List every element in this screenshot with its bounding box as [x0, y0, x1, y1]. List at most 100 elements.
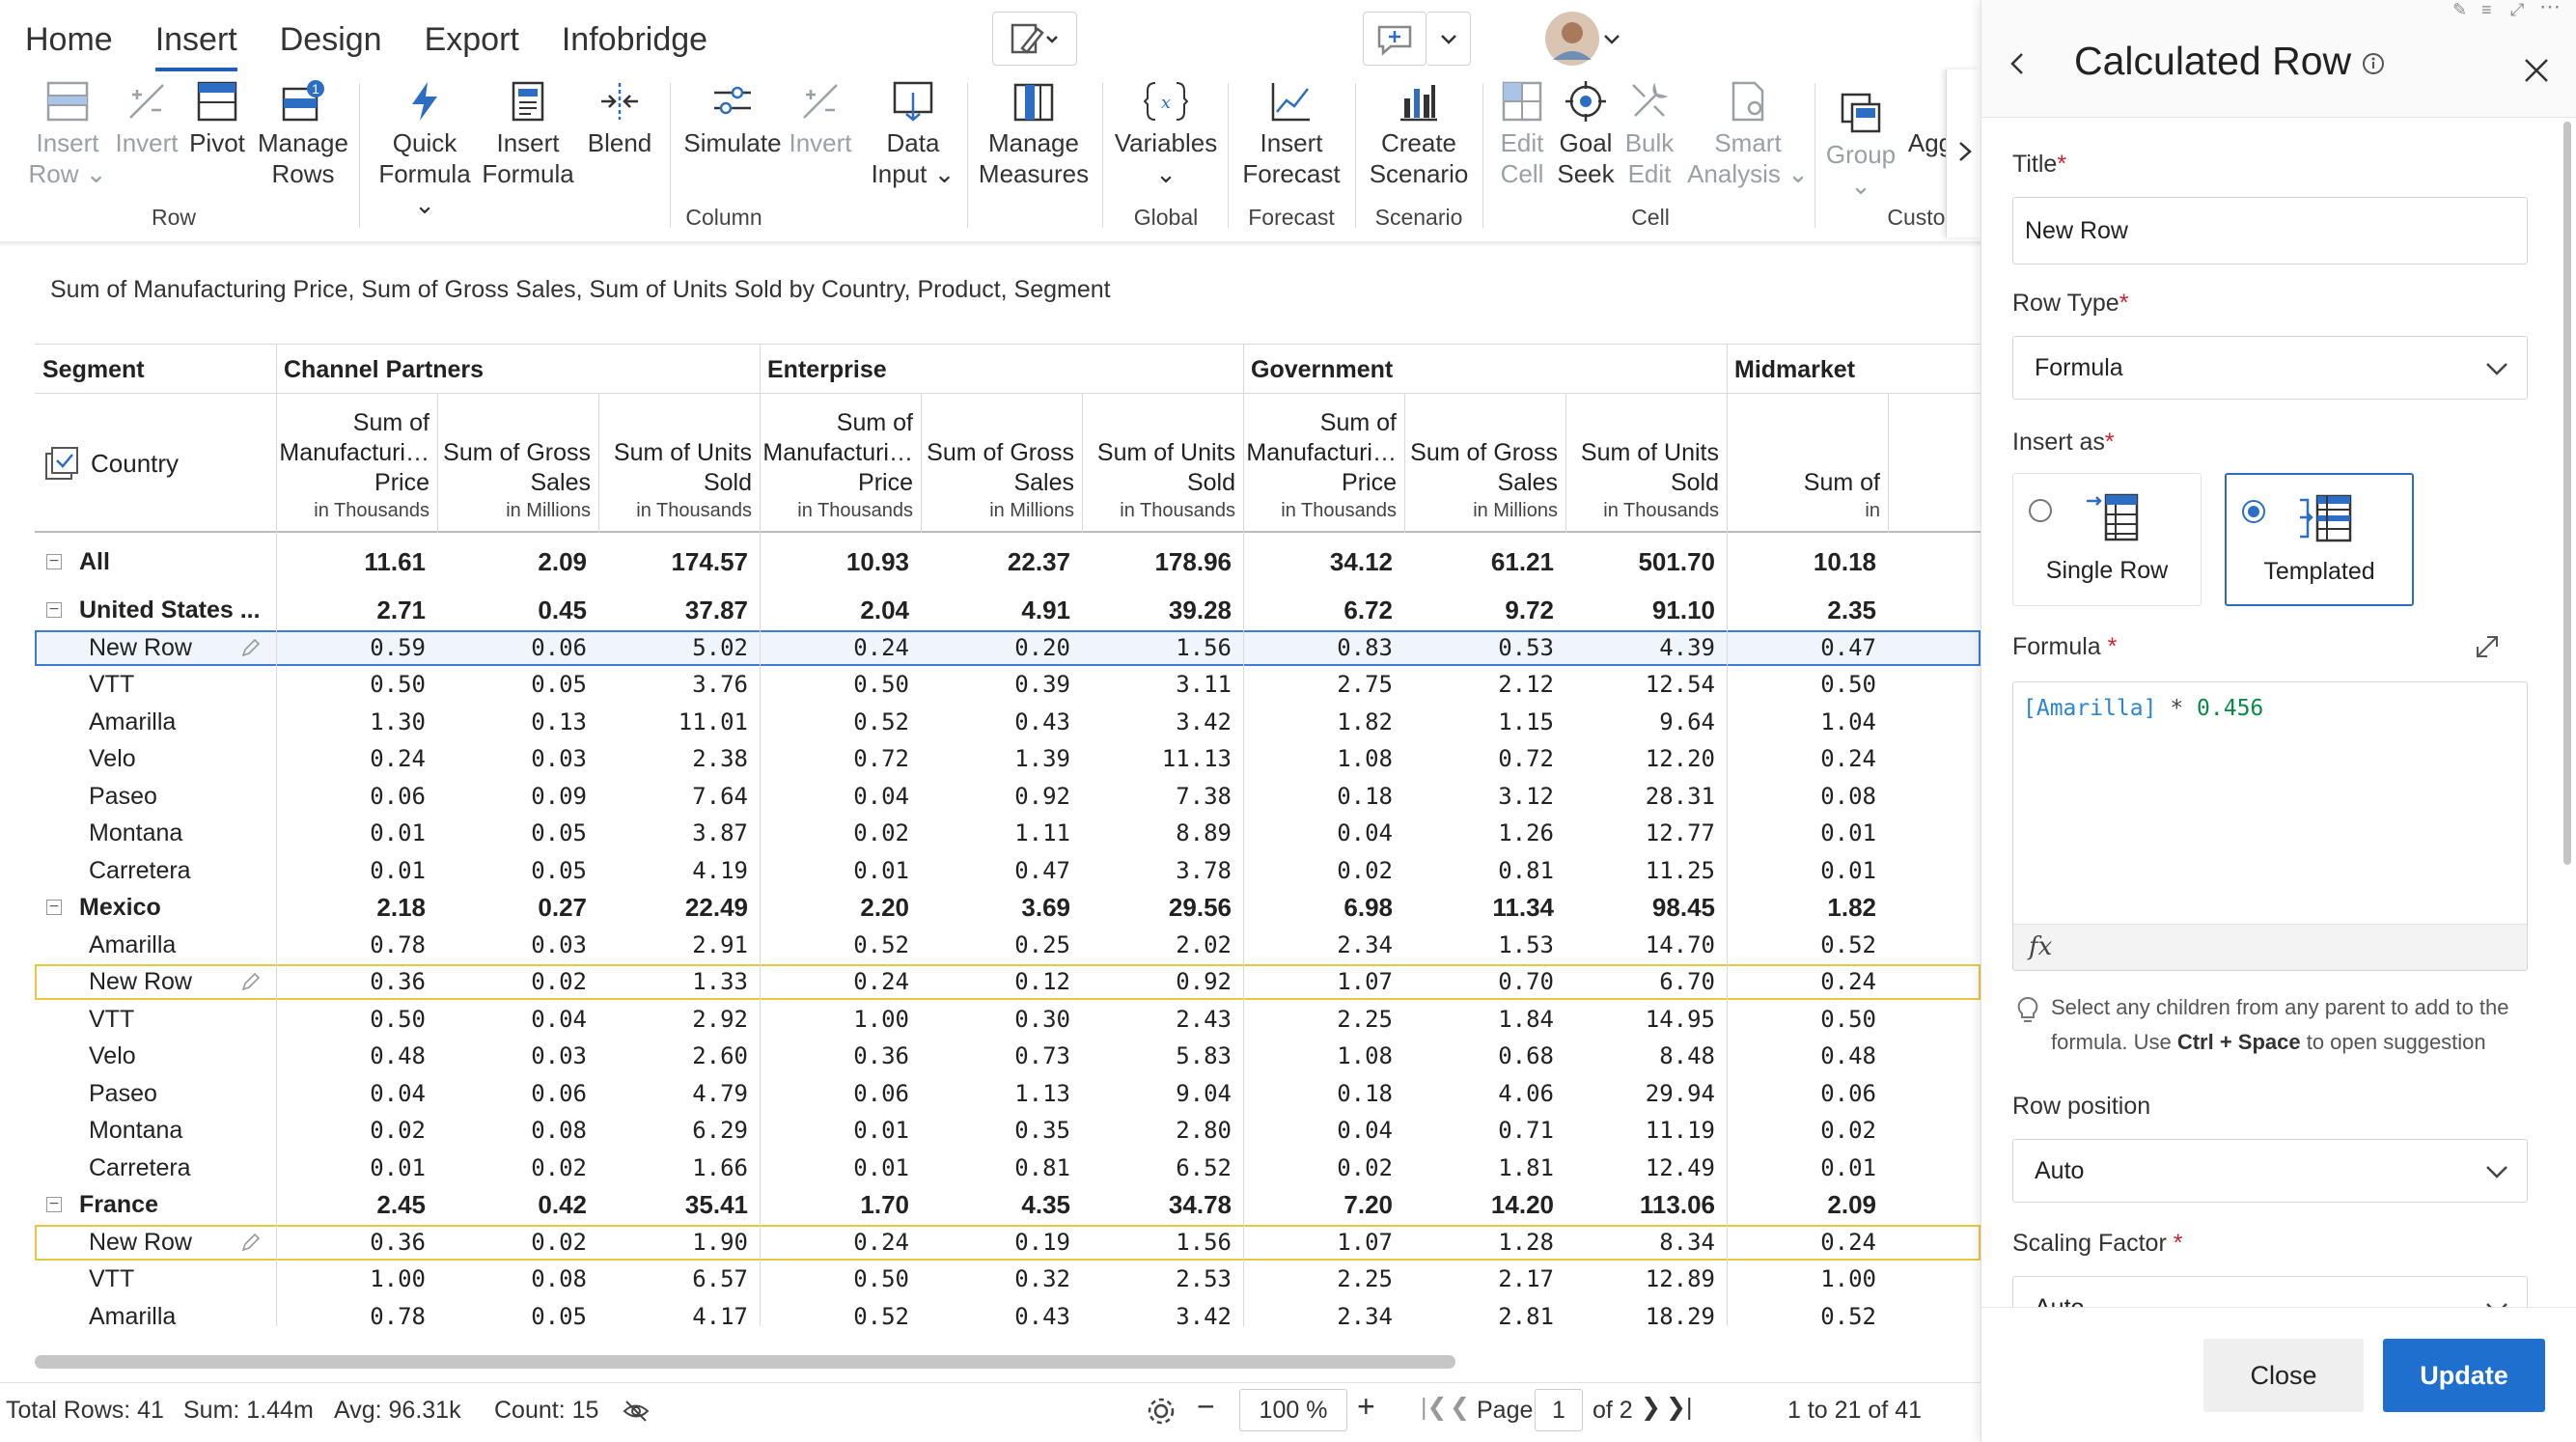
goal-seek-button[interactable]: Goal Seek	[1552, 79, 1620, 189]
invert-column-button[interactable]: Invert	[782, 79, 859, 158]
tab-export[interactable]: Export	[425, 17, 540, 71]
cell-value[interactable]: 0.81	[1404, 853, 1565, 889]
cell-value[interactable]: 2.91	[598, 928, 760, 963]
manage-measures-button[interactable]: Manage Measures	[971, 79, 1096, 189]
cell-value[interactable]: 29.56	[1082, 890, 1243, 926]
cell-value[interactable]: 1.00	[1727, 1262, 1888, 1297]
formula-editor[interactable]: [Amarilla] * 0.456 fx	[2012, 681, 2528, 971]
cell-value[interactable]: 3.11	[1082, 667, 1243, 703]
cell-value[interactable]: 1.26	[1404, 816, 1565, 851]
cell-value[interactable]: 1.00	[760, 1002, 921, 1038]
create-scenario-button[interactable]: Create Scenario	[1361, 79, 1477, 189]
cell-value[interactable]: 0.02	[437, 1225, 598, 1261]
single-row-radio[interactable]	[2029, 499, 2052, 522]
cell-value[interactable]: 34.78	[1082, 1187, 1243, 1223]
cell-value[interactable]: 0.45	[437, 593, 598, 628]
back-icon[interactable]	[2005, 50, 2032, 77]
cell-value[interactable]: 0.01	[1727, 816, 1888, 851]
simulate-button[interactable]: Simulate	[679, 79, 786, 158]
cell-value[interactable]: 1.00	[276, 1262, 437, 1297]
cell-value[interactable]: 0.12	[921, 964, 1082, 1000]
cell-value[interactable]: 11.13	[1082, 741, 1243, 777]
cell-value[interactable]: 1.07	[1243, 1225, 1404, 1261]
group-row[interactable]: − Mexico 2.18 0.27 22.49 2.20 3.69 29.56 6.98 11.…	[35, 890, 1980, 926]
cell-value[interactable]: 8.89	[1082, 816, 1243, 851]
cell-value[interactable]: 2.09	[1727, 1187, 1888, 1223]
single-row-option[interactable]: Single Row	[2012, 473, 2202, 606]
cell-value[interactable]: 3.76	[598, 667, 760, 703]
table-row[interactable]: VTT 1.00 0.08 6.57 0.50 0.32 2.53 2.25 2.17 12.89…	[35, 1262, 1980, 1297]
cell-value[interactable]: 18.29	[1565, 1299, 1727, 1327]
cell-value[interactable]: 2.25	[1243, 1002, 1404, 1038]
cell-value[interactable]: 0.05	[437, 1299, 598, 1327]
measure-header[interactable]: Sum of Units Sold in Thousands	[598, 394, 760, 533]
cell-value[interactable]: 0.53	[1404, 630, 1565, 666]
cell-value[interactable]: 0.52	[1727, 1299, 1888, 1327]
cell-value[interactable]: 2.09	[437, 544, 598, 580]
cell-value[interactable]: 2.17	[1404, 1262, 1565, 1297]
cell-value[interactable]: 0.04	[1243, 816, 1404, 851]
cell-value[interactable]: 1.33	[598, 964, 760, 1000]
cell-value[interactable]: 5.83	[1082, 1039, 1243, 1074]
cell-value[interactable]: 3.69	[921, 890, 1082, 926]
first-page-button[interactable]: |❮	[1421, 1393, 1447, 1422]
cell-value[interactable]: 0.02	[760, 816, 921, 851]
edit-mode-button[interactable]	[992, 12, 1077, 66]
cell-value[interactable]: 7.38	[1082, 779, 1243, 815]
group-button[interactable]: Group ⌄	[1820, 91, 1901, 201]
cell-value[interactable]: 1.13	[921, 1076, 1082, 1112]
cell-value[interactable]: 1.81	[1404, 1151, 1565, 1186]
country-header[interactable]: Country	[35, 394, 276, 533]
blend-button[interactable]: Blend	[581, 79, 658, 158]
cell-value[interactable]: 2.35	[1727, 593, 1888, 628]
cell-value[interactable]: 0.52	[1727, 928, 1888, 963]
cell-value[interactable]: 0.50	[1727, 1002, 1888, 1038]
insert-row-button[interactable]: Insert Row ⌄	[19, 79, 116, 189]
cell-value[interactable]: 9.64	[1565, 705, 1727, 740]
cell-value[interactable]: 14.70	[1565, 928, 1727, 963]
cell-value[interactable]: 98.45	[1565, 890, 1727, 926]
cell-value[interactable]: 3.87	[598, 816, 760, 851]
cell-value[interactable]: 1.53	[1404, 928, 1565, 963]
cell-value[interactable]: 1.90	[598, 1225, 760, 1261]
cell-value[interactable]: 2.34	[1243, 928, 1404, 963]
table-row[interactable]: New Row 0.59 0.06 5.02 0.24 0.20 1.56 0.83 0.53 4…	[35, 629, 1980, 666]
fx-icon[interactable]: fx	[2029, 932, 2052, 961]
cell-value[interactable]: 0.06	[437, 630, 598, 666]
cell-value[interactable]: 39.28	[1082, 593, 1243, 628]
cell-value[interactable]: 3.42	[1082, 705, 1243, 740]
cell-value[interactable]: 0.02	[276, 1113, 437, 1149]
expand-formula-icon[interactable]	[2474, 633, 2501, 660]
cell-value[interactable]: 0.24	[1727, 741, 1888, 777]
cell-value[interactable]: 11.25	[1565, 853, 1727, 889]
cell-value[interactable]: 0.50	[760, 667, 921, 703]
cell-value[interactable]: 0.02	[1727, 1113, 1888, 1149]
gear-icon[interactable]	[1145, 1395, 1177, 1428]
cell-value[interactable]: 0.39	[921, 667, 1082, 703]
cell-value[interactable]: 2.34	[1243, 1299, 1404, 1327]
prev-page-button[interactable]: ❮	[1450, 1393, 1470, 1422]
cell-value[interactable]: 3.12	[1404, 779, 1565, 815]
measure-header[interactable]: Sum of Units Sold in Thousands	[1565, 394, 1727, 533]
cell-value[interactable]: 2.20	[760, 890, 921, 926]
cell-value[interactable]: 22.49	[598, 890, 760, 926]
cell-value[interactable]: 0.13	[437, 705, 598, 740]
tab-insert[interactable]: Insert	[154, 17, 259, 71]
cell-value[interactable]: 2.60	[598, 1039, 760, 1074]
cell-value[interactable]: 6.29	[598, 1113, 760, 1149]
panel-scrollbar[interactable]	[2563, 122, 2571, 865]
cell-value[interactable]: 0.35	[921, 1113, 1082, 1149]
cell-value[interactable]: 0.18	[1243, 779, 1404, 815]
cell-value[interactable]: 1.28	[1404, 1225, 1565, 1261]
cell-value[interactable]: 0.01	[1727, 1151, 1888, 1186]
cell-value[interactable]: 0.52	[760, 705, 921, 740]
cell-value[interactable]: 1.08	[1243, 741, 1404, 777]
cell-value[interactable]: 4.06	[1404, 1076, 1565, 1112]
zoom-in-button[interactable]: +	[1357, 1389, 1375, 1425]
cell-value[interactable]: 1.82	[1243, 705, 1404, 740]
update-button[interactable]: Update	[2383, 1339, 2545, 1412]
table-row[interactable]: New Row 0.36 0.02 1.33 0.24 0.12 0.92 1.07 0.70 6…	[35, 964, 1980, 1000]
cell-value[interactable]: 0.20	[921, 630, 1082, 666]
cell-value[interactable]: 1.39	[921, 741, 1082, 777]
cell-value[interactable]: 2.38	[598, 741, 760, 777]
